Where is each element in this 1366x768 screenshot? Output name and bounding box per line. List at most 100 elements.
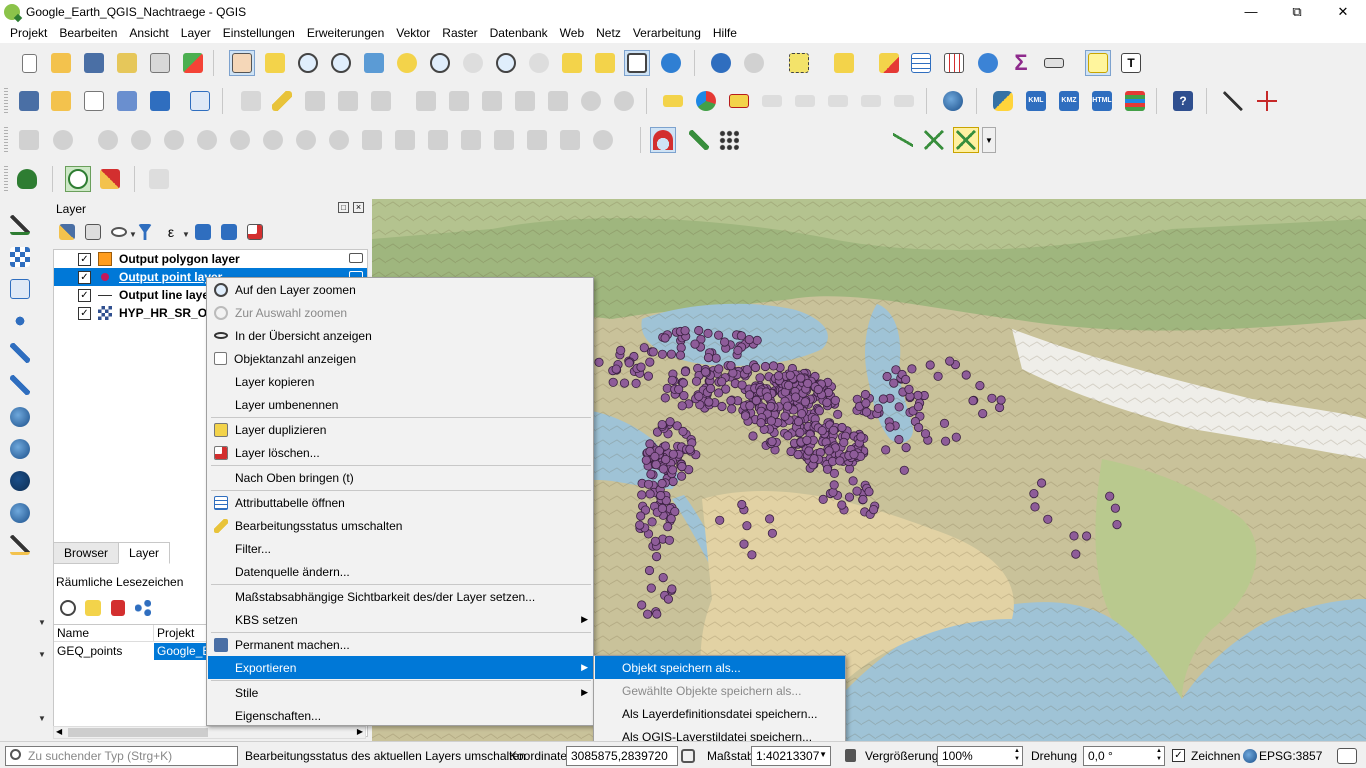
snapping-intersection-button[interactable] <box>921 127 947 153</box>
ctx-zoom-to-selection[interactable]: Zur Auswahl zoomen <box>208 301 594 324</box>
lock-icon[interactable] <box>845 749 856 762</box>
diagram-button[interactable] <box>693 88 719 114</box>
magnifier-spinbox[interactable]: 100% ▲ ▼ <box>937 746 1023 766</box>
filter-legend-button[interactable] <box>134 221 156 243</box>
coordinate-field[interactable]: 3085875,2839720 <box>566 746 678 766</box>
snapping-options-dropdown[interactable]: ▼ <box>982 127 996 153</box>
html-export-button[interactable]: HTML <box>1089 88 1115 114</box>
run-action-button[interactable] <box>741 50 767 76</box>
zoom-next-button[interactable] <box>526 50 552 76</box>
add-delimited-text-button[interactable] <box>114 88 140 114</box>
ctx-move-to-top[interactable]: Nach Oben bringen (t) <box>208 466 594 489</box>
pan-to-selection-button[interactable] <box>262 50 288 76</box>
deselect-button[interactable] <box>876 50 902 76</box>
bookmark-name-cell[interactable]: GEQ_points <box>54 643 154 660</box>
menu-erweiterungen[interactable]: Erweiterungen <box>301 26 390 40</box>
enable-snapping-button[interactable] <box>650 127 676 153</box>
text-annotation-button[interactable]: T <box>1118 50 1144 76</box>
modify-attributes-button[interactable] <box>413 88 439 114</box>
horizontal-scrollbar[interactable]: ◀ ▶ <box>53 726 366 739</box>
select-by-value-button[interactable] <box>831 50 857 76</box>
show-hide-labels-button[interactable] <box>792 88 818 114</box>
add-wcs-button[interactable] <box>7 468 33 494</box>
menu-raster[interactable]: Raster <box>436 26 483 40</box>
identify-button[interactable] <box>708 50 734 76</box>
label-toolbar-button[interactable] <box>660 88 686 114</box>
filter-expression-button[interactable]: ε <box>160 221 182 243</box>
add-mesh-layer-button[interactable] <box>7 276 33 302</box>
simplify-feature-button[interactable] <box>161 127 187 153</box>
layer-visibility-checkbox[interactable]: ✓ <box>78 288 91 302</box>
layer-visibility-checkbox[interactable]: ✓ <box>78 252 91 266</box>
python-console-button[interactable] <box>990 88 1016 114</box>
minimize-button[interactable]: — <box>1228 0 1274 23</box>
shape-digitize-button[interactable] <box>1220 88 1246 114</box>
scrollbar-thumb[interactable] <box>68 728 208 737</box>
render-checkbox[interactable]: ✓ <box>1172 749 1185 762</box>
add-wms-button[interactable] <box>7 404 33 430</box>
open-styling-panel-button[interactable] <box>56 221 78 243</box>
save-project-button[interactable] <box>81 50 107 76</box>
export-save-features-as[interactable]: Objekt speichern als... <box>595 656 845 679</box>
ctx-change-data-source[interactable]: Datenquelle ändern... <box>208 560 594 583</box>
add-spatialite-button[interactable] <box>7 308 33 334</box>
zoom-layer-button[interactable] <box>427 50 453 76</box>
zoom-out-button[interactable] <box>328 50 354 76</box>
measure-button[interactable] <box>1041 50 1067 76</box>
scale-combobox[interactable]: 1:40213307 ▼ <box>751 746 831 766</box>
menu-bearbeiten[interactable]: Bearbeiten <box>53 26 123 40</box>
georeferencer-button[interactable] <box>940 88 966 114</box>
kmz-export-button[interactable]: KMZ <box>1056 88 1082 114</box>
reverse-line-button[interactable] <box>425 127 451 153</box>
split-features-button[interactable] <box>491 127 517 153</box>
open-layer-button[interactable] <box>14 166 40 192</box>
reshape-button[interactable] <box>359 127 385 153</box>
layer-visibility-checkbox[interactable]: ✓ <box>78 306 91 320</box>
add-raster-layer-button[interactable] <box>7 244 33 270</box>
add-virtual-layer-button[interactable] <box>147 88 173 114</box>
map-tips-button[interactable] <box>1085 50 1111 76</box>
current-edits-button[interactable] <box>238 88 264 114</box>
new-shapefile-button[interactable] <box>7 532 33 558</box>
zoom-full-button[interactable] <box>361 50 387 76</box>
export-layer-definition[interactable]: Als Layerdefinitionsdatei speichern... <box>595 702 845 725</box>
save-as-button[interactable] <box>114 50 140 76</box>
crs-label[interactable]: EPSG:3857 <box>1259 749 1322 763</box>
add-virtual-layer-vertical-button[interactable] <box>7 500 33 526</box>
move-feature-button[interactable] <box>95 127 121 153</box>
crs-globe-icon[interactable] <box>1243 749 1257 763</box>
ctx-set-crs[interactable]: KBS setzen ▶ <box>208 608 594 631</box>
crs-transform-button[interactable] <box>97 166 123 192</box>
ctx-scale-visibility[interactable]: Maßstabsabhängige Sichtbarkeit des/der L… <box>208 585 594 608</box>
style-manager-button[interactable] <box>180 50 206 76</box>
ctx-duplicate-layer[interactable]: Layer duplizieren <box>208 418 594 441</box>
open-project-button[interactable] <box>48 50 74 76</box>
field-calculator-button[interactable]: Σ <box>1008 50 1034 76</box>
spin-arrows-icon[interactable]: ▲▼ <box>1014 747 1020 763</box>
ctx-make-permanent[interactable]: Permanent machen... <box>208 633 594 656</box>
add-vector-layer-button[interactable] <box>7 212 33 238</box>
kml-export-button[interactable]: KML <box>1023 88 1049 114</box>
add-wfs-button[interactable] <box>7 436 33 462</box>
add-vector-button[interactable] <box>81 88 107 114</box>
tab-layer[interactable]: Layer <box>118 542 171 564</box>
temporal-controller-button[interactable] <box>624 50 650 76</box>
topological-editing-button[interactable] <box>890 127 916 153</box>
crosshair-button[interactable] <box>1254 88 1280 114</box>
rotate-label-button[interactable] <box>858 88 884 114</box>
scroll-right-icon[interactable]: ▶ <box>357 727 363 736</box>
ctx-remove-layer[interactable]: Layer löschen... <box>208 441 594 464</box>
trim-extend-button[interactable] <box>458 127 484 153</box>
split-parts-button[interactable] <box>524 127 550 153</box>
menu-projekt[interactable]: Projekt <box>4 26 53 40</box>
layer-row-polygon[interactable]: ✓ Output polygon layer <box>54 250 367 268</box>
rotate-point-symbols-button[interactable] <box>590 127 616 153</box>
add-circular-string-button[interactable] <box>50 127 76 153</box>
add-group-button[interactable] <box>82 221 104 243</box>
remove-layer-button[interactable] <box>244 221 266 243</box>
share-bookmark-button[interactable] <box>132 597 154 619</box>
delete-part-button[interactable] <box>326 127 352 153</box>
layer-visibility-checkbox[interactable]: ✓ <box>78 270 91 284</box>
zoom-selection-button[interactable] <box>394 50 420 76</box>
select-features-button[interactable] <box>786 50 812 76</box>
